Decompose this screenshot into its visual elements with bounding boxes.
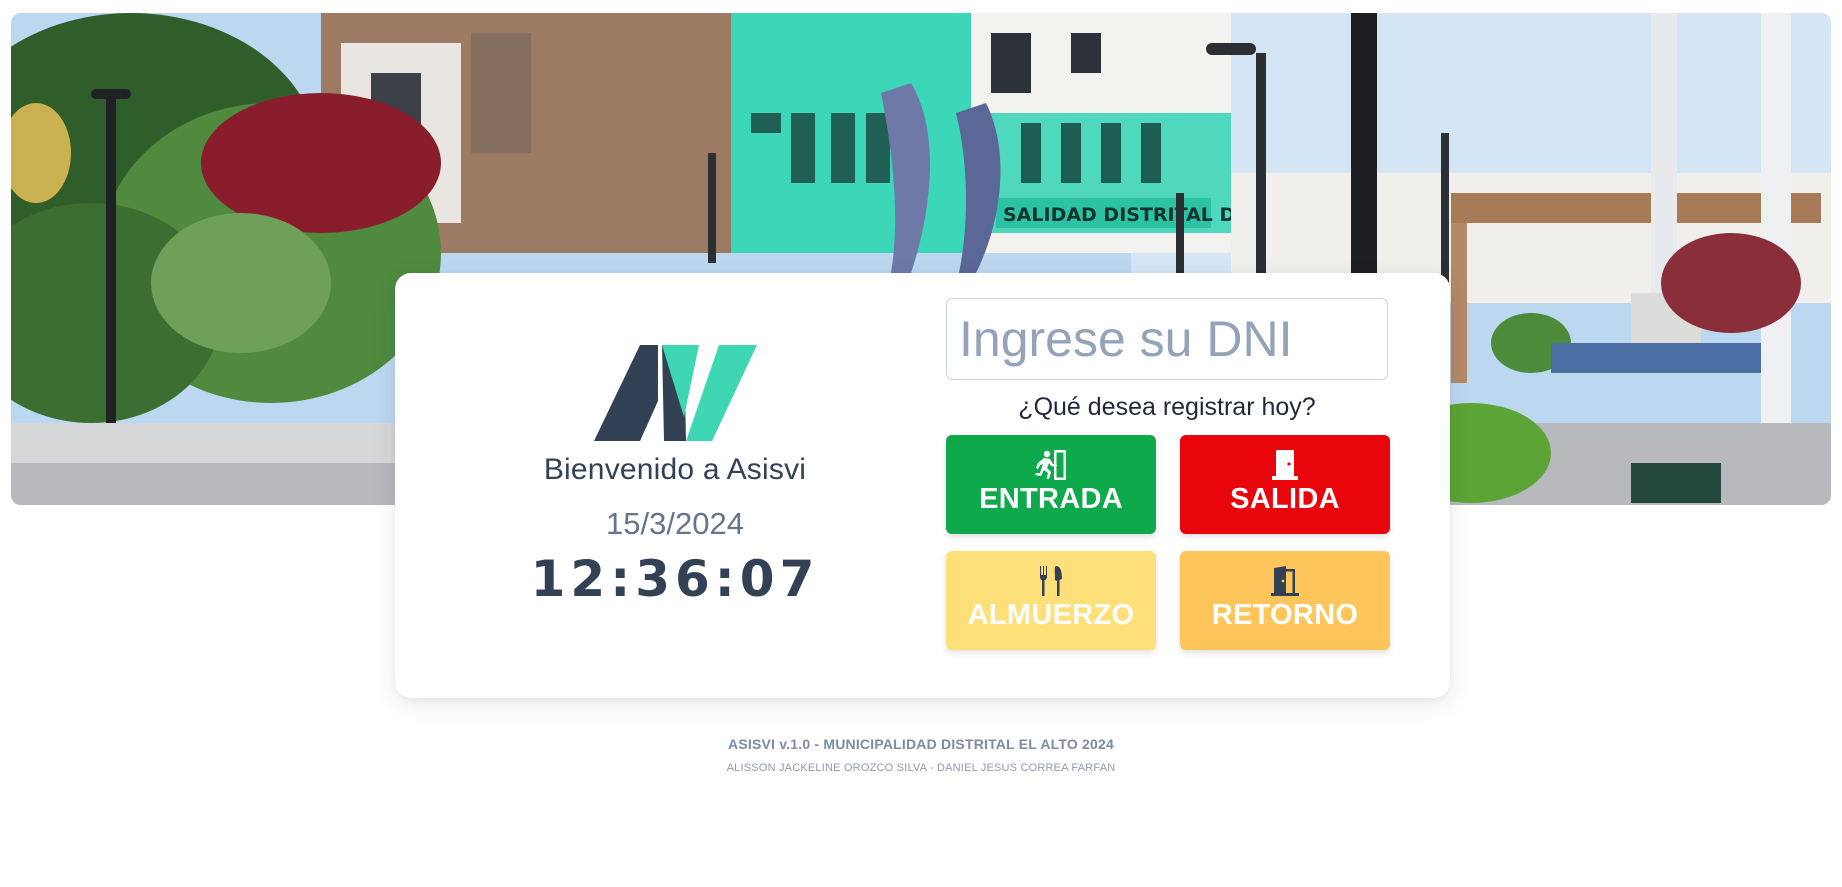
dni-input[interactable]: [946, 298, 1388, 380]
retorno-button[interactable]: RETORNO: [1180, 551, 1390, 650]
person-running-exit-icon: [1035, 450, 1066, 480]
footer-authors: ALISSON JACKELINE OROZCO SILVA - DANIEL …: [726, 762, 1116, 774]
welcome-panel: Bienvenido a Asisvi 15/3/2024 12:36:07: [395, 273, 955, 698]
page: SALIDAD DISTRITAL DE EL ALTO Bienvenido …: [0, 0, 1842, 887]
register-question: ¿Qué desea registrar hoy?: [1018, 393, 1316, 421]
welcome-title: Bienvenido a Asisvi: [543, 453, 807, 486]
entrada-button[interactable]: ENTRADA: [946, 435, 1156, 534]
entrada-label: ENTRADA: [979, 483, 1123, 515]
current-time: 12:36:07: [530, 550, 820, 608]
utensils-icon: [1040, 566, 1062, 596]
door-icon: [1272, 450, 1298, 480]
salida-button[interactable]: SALIDA: [1180, 435, 1390, 534]
almuerzo-button[interactable]: ALMUERZO: [946, 551, 1156, 650]
retorno-label: RETORNO: [1211, 599, 1359, 631]
asisvi-logo: [594, 345, 757, 441]
footer-version: ASISVI v.1.0 - MUNICIPALIDAD DISTRITAL E…: [728, 736, 1114, 752]
almuerzo-label: ALMUERZO: [967, 599, 1135, 631]
door-open-icon: [1271, 566, 1299, 596]
attendance-card: Bienvenido a Asisvi 15/3/2024 12:36:07 ¿…: [395, 273, 1450, 698]
current-date: 15/3/2024: [606, 506, 744, 541]
salida-label: SALIDA: [1230, 483, 1340, 515]
